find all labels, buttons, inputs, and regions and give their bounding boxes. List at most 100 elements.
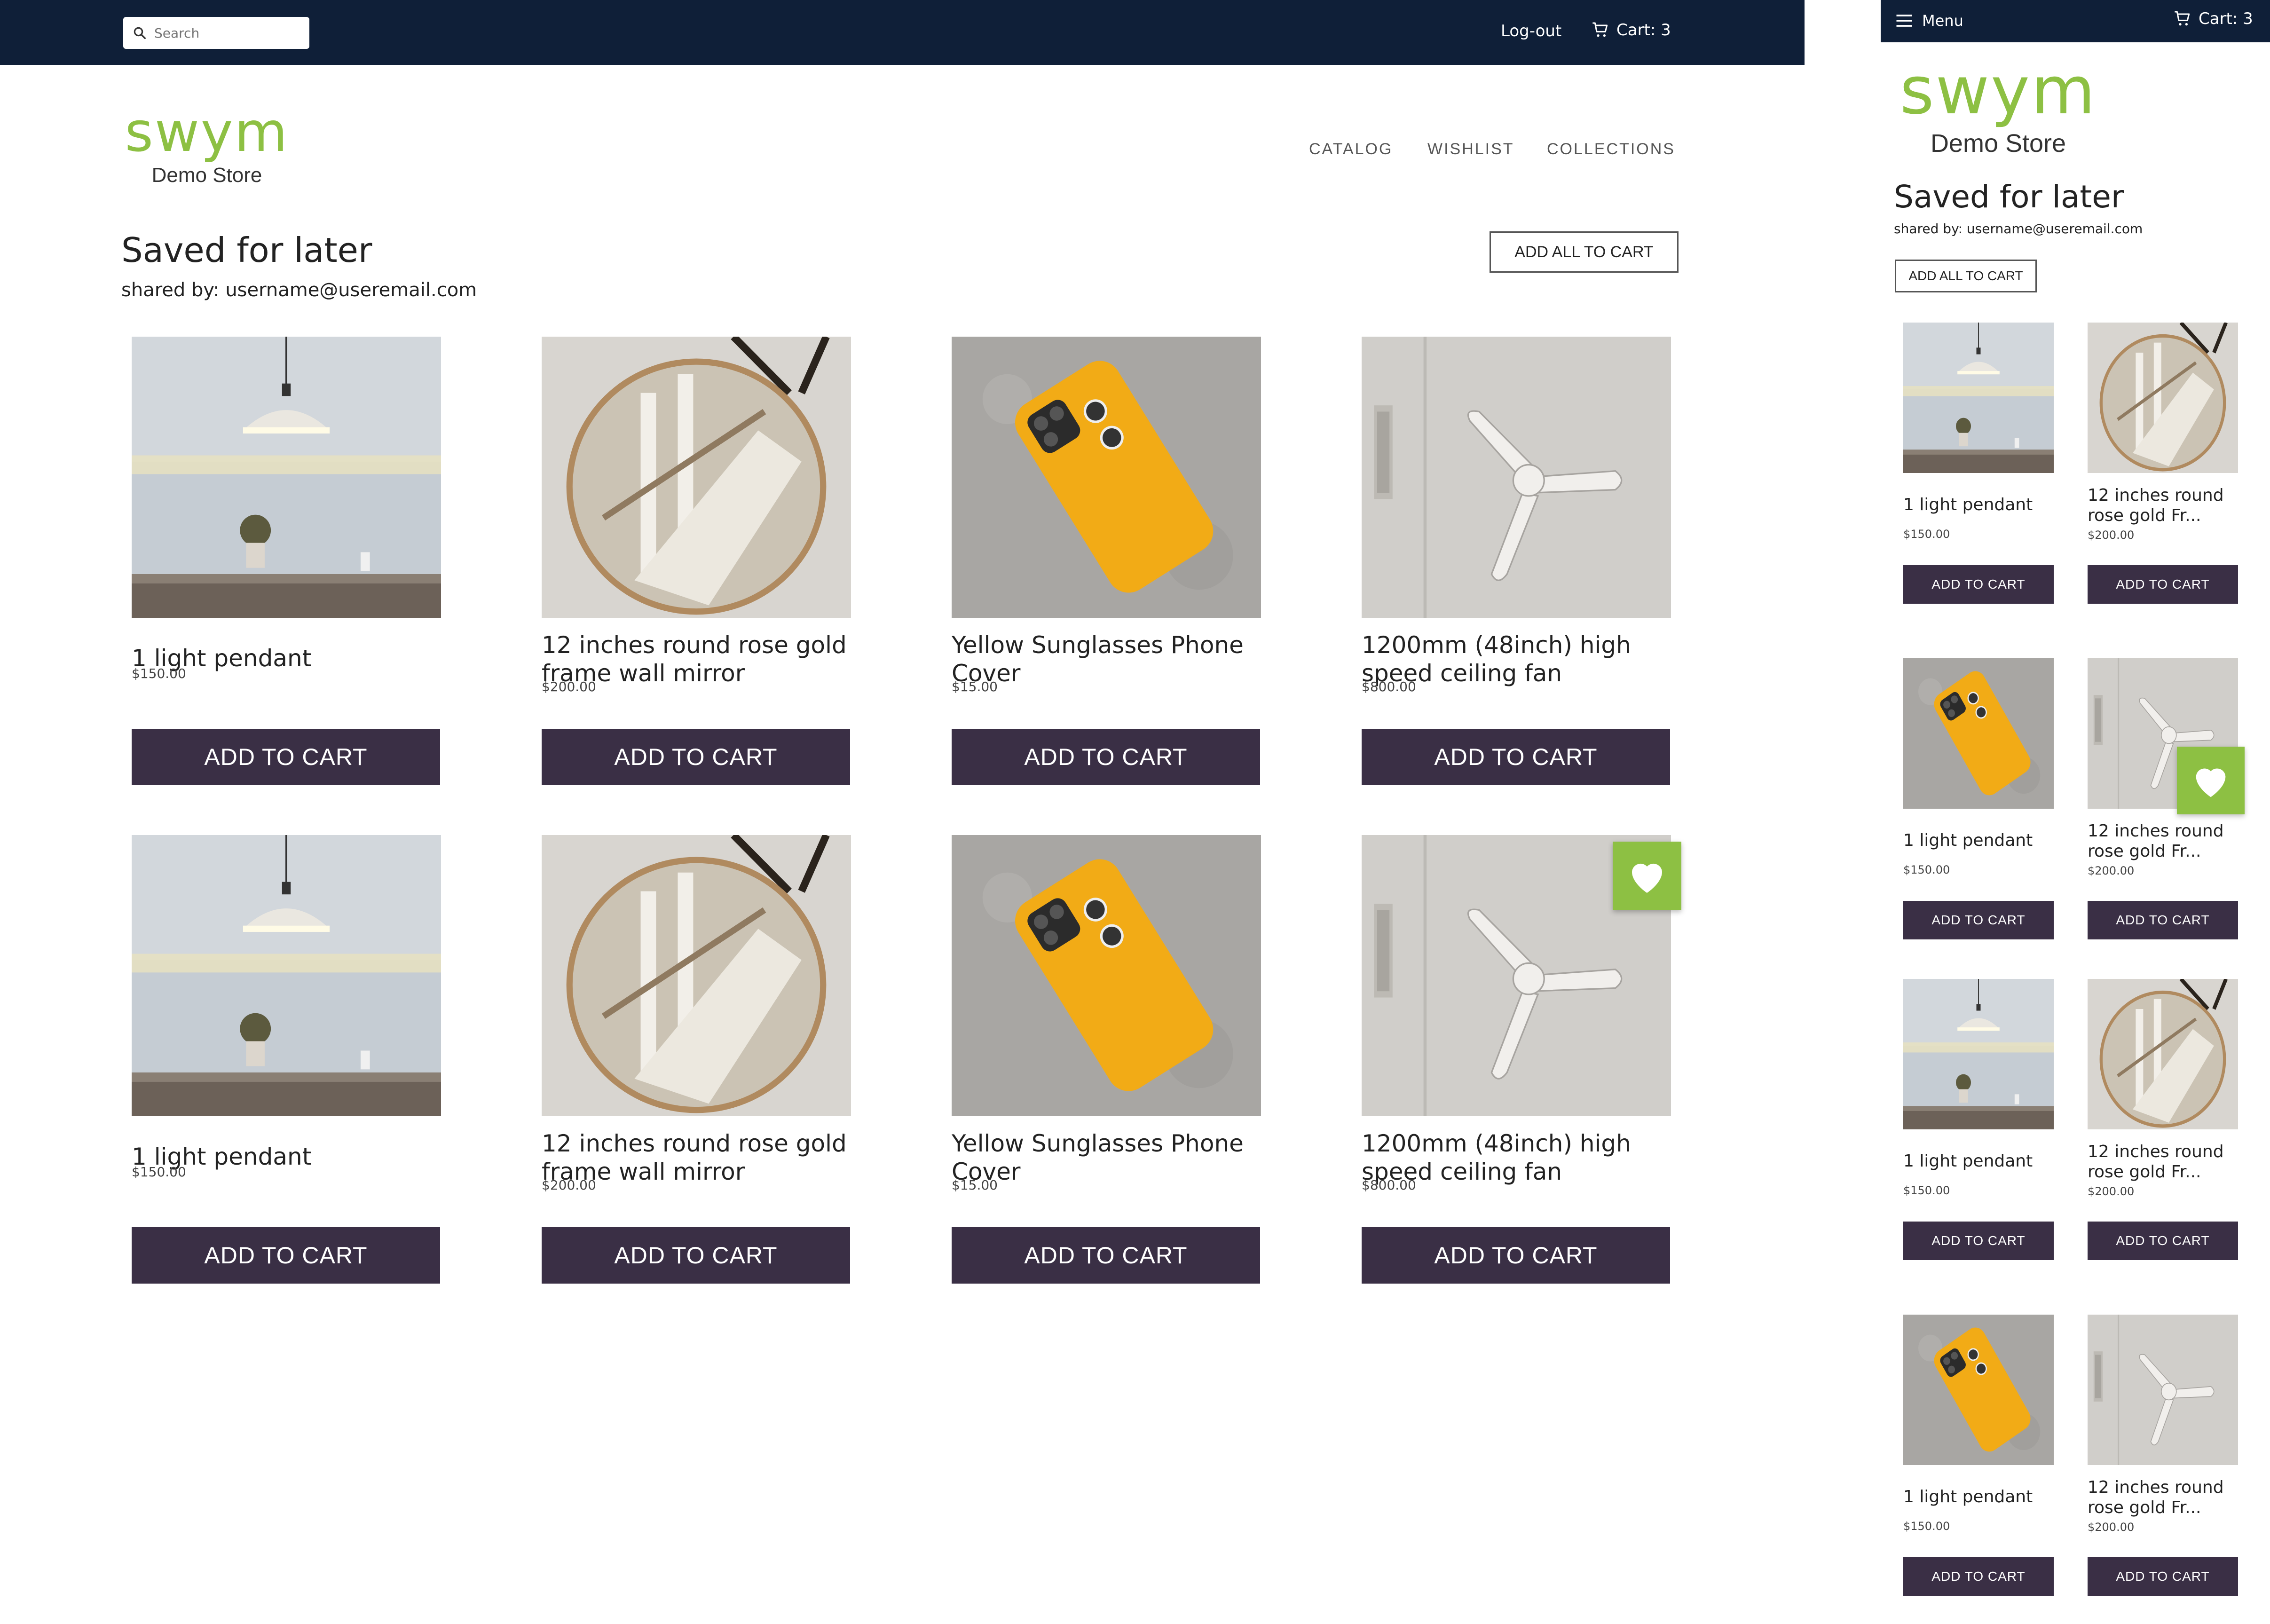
cart-link[interactable]: Cart: 3 (1591, 21, 1671, 39)
mobile-product-card[interactable]: 1 light pendant $150.00 ADD TO CART (1903, 1315, 2054, 1597)
product-card[interactable]: 1200mm (48inch) high speed ceiling fan $8… (1362, 337, 1671, 788)
add-to-cart-button[interactable]: ADD TO CART (542, 729, 850, 785)
product-card[interactable]: 12 inches round rose gold frame wall mir… (542, 337, 851, 788)
desktop-top-bar: Log-out Cart: 3 (0, 0, 1805, 65)
product-name[interactable]: Yellow Sunglasses Phone Cover (952, 1129, 1261, 1186)
phone-image[interactable] (1903, 1315, 2054, 1465)
store-logo[interactable]: swym Demo Store (125, 105, 288, 187)
add-to-cart-button[interactable]: ADD TO CART (2088, 1222, 2238, 1260)
mobile-logo-subtitle: Demo Store (1930, 129, 2066, 158)
product-price: $150.00 (1903, 1520, 1950, 1533)
product-card[interactable]: Yellow Sunglasses Phone Cover $15.00 ADD T… (952, 337, 1261, 788)
wishlist-heart-button[interactable] (1613, 842, 1681, 910)
search-icon (134, 27, 146, 39)
add-all-to-cart-button[interactable]: ADD ALL TO CART (1490, 231, 1679, 273)
product-price: $200.00 (2088, 1185, 2135, 1198)
logout-link[interactable]: Log-out (1501, 22, 1561, 40)
pendant-image[interactable] (132, 337, 441, 618)
add-to-cart-button[interactable]: ADD TO CART (1362, 729, 1670, 785)
product-card[interactable]: 1 light pendant $150.00 ADD TO CART (132, 337, 441, 788)
add-to-cart-button[interactable]: ADD TO CART (1903, 901, 2054, 939)
menu-button[interactable]: Menu (1894, 10, 1963, 31)
product-price: $800.00 (1362, 1177, 1416, 1193)
product-price: $200.00 (542, 679, 596, 694)
product-price: $200.00 (2088, 528, 2135, 542)
product-price: $800.00 (1362, 679, 1416, 694)
menu-label: Menu (1922, 12, 1963, 30)
mobile-add-all-to-cart-button[interactable]: ADD ALL TO CART (1895, 260, 2037, 292)
add-to-cart-button[interactable]: ADD TO CART (952, 1227, 1260, 1284)
mobile-product-card[interactable]: 12 inches round rose gold Fr... $200.00 AD… (2088, 1315, 2238, 1597)
logo-subtitle: Demo Store (151, 164, 262, 187)
add-to-cart-button[interactable]: ADD TO CART (2088, 1557, 2238, 1596)
heart-icon (2196, 768, 2226, 797)
product-price: $15.00 (952, 1177, 998, 1193)
cart-count: Cart: 3 (1616, 21, 1671, 39)
fan-image[interactable] (2088, 1315, 2238, 1465)
product-card[interactable]: Yellow Sunglasses Phone Cover $15.00 ADD T… (952, 835, 1261, 1286)
mobile-product-card[interactable]: 12 inches round rose gold Fr... $200.00 AD… (2088, 323, 2238, 605)
phone-image[interactable] (952, 835, 1261, 1116)
pendant-image[interactable] (1903, 323, 2054, 473)
nav-catalog[interactable]: CATALOG (1309, 140, 1393, 158)
heart-icon (1632, 863, 1662, 893)
product-name[interactable]: Yellow Sunglasses Phone Cover (952, 631, 1261, 687)
product-price: $150.00 (1903, 863, 1950, 876)
product-name[interactable]: 1 light pendant (1903, 1487, 2054, 1507)
search-box[interactable] (123, 17, 309, 49)
product-price: $150.00 (1903, 1184, 1950, 1197)
mirror-image[interactable] (542, 337, 851, 618)
phone-image[interactable] (952, 337, 1261, 618)
product-name[interactable]: 12 inches round rose gold Fr... (2088, 1142, 2238, 1182)
product-price: $150.00 (132, 1164, 186, 1180)
mobile-page-title: Saved for later (1894, 179, 2124, 215)
product-card[interactable]: 1 light pendant $150.00 ADD TO CART (132, 835, 441, 1286)
add-to-cart-button[interactable]: ADD TO CART (132, 1227, 440, 1284)
search-input[interactable] (153, 24, 294, 41)
product-price: $200.00 (2088, 864, 2135, 877)
product-price: $15.00 (952, 679, 998, 694)
cart-icon (2175, 11, 2190, 26)
add-to-cart-button[interactable]: ADD TO CART (542, 1227, 850, 1284)
mobile-cart-count: Cart: 3 (2199, 9, 2253, 28)
add-to-cart-button[interactable]: ADD TO CART (1903, 1557, 2054, 1596)
shared-by: shared by: username@useremail.com (121, 279, 477, 301)
product-price: $200.00 (2088, 1521, 2135, 1534)
product-name[interactable]: 12 inches round rose gold Fr... (2088, 821, 2238, 861)
mobile-wishlist-heart-button[interactable] (2177, 747, 2245, 814)
mobile-product-card[interactable]: 1 light pendant $150.00 ADD TO CART (1903, 658, 2054, 940)
add-to-cart-button[interactable]: ADD TO CART (952, 729, 1260, 785)
add-to-cart-button[interactable]: ADD TO CART (1362, 1227, 1670, 1284)
mobile-product-card[interactable]: 1 light pendant $150.00 ADD TO CART (1903, 323, 2054, 605)
mirror-image[interactable] (2088, 979, 2238, 1129)
add-to-cart-button[interactable]: ADD TO CART (132, 729, 440, 785)
mirror-image[interactable] (2088, 323, 2238, 473)
product-price: $200.00 (542, 1177, 596, 1193)
mirror-image[interactable] (542, 835, 851, 1116)
pendant-image[interactable] (132, 835, 441, 1116)
fan-image[interactable] (1362, 337, 1671, 618)
product-name[interactable]: 1 light pendant (1903, 1151, 2054, 1171)
menu-icon (1896, 15, 1912, 27)
product-card[interactable]: 12 inches round rose gold frame wall mir… (542, 835, 851, 1286)
product-name[interactable]: 1 light pendant (1903, 495, 2054, 515)
phone-image[interactable] (1903, 658, 2054, 809)
product-price: $150.00 (132, 666, 186, 681)
nav-wishlist[interactable]: WISHLIST (1427, 140, 1514, 158)
add-to-cart-button[interactable]: ADD TO CART (1903, 1222, 2054, 1260)
product-name[interactable]: 12 inches round rose gold Fr... (2088, 485, 2238, 526)
mobile-product-card[interactable]: 12 inches round rose gold Fr... $200.00 AD… (2088, 979, 2238, 1261)
product-name[interactable]: 1 light pendant (1903, 830, 2054, 851)
add-to-cart-button[interactable]: ADD TO CART (1903, 565, 2054, 604)
add-to-cart-button[interactable]: ADD TO CART (2088, 565, 2238, 604)
nav-collections[interactable]: COLLECTIONS (1547, 140, 1675, 158)
page-title: Saved for later (121, 230, 372, 270)
mobile-cart-link[interactable]: Cart: 3 (2173, 9, 2253, 28)
mobile-top-bar: Menu Cart: 3 (1881, 0, 2270, 42)
cart-icon (1592, 22, 1608, 37)
mobile-product-card[interactable]: 1 light pendant $150.00 ADD TO CART (1903, 979, 2054, 1261)
mobile-store-logo[interactable]: swym Demo Store (1900, 58, 2097, 158)
add-to-cart-button[interactable]: ADD TO CART (2088, 901, 2238, 939)
product-name[interactable]: 12 inches round rose gold Fr... (2088, 1477, 2238, 1518)
pendant-image[interactable] (1903, 979, 2054, 1129)
